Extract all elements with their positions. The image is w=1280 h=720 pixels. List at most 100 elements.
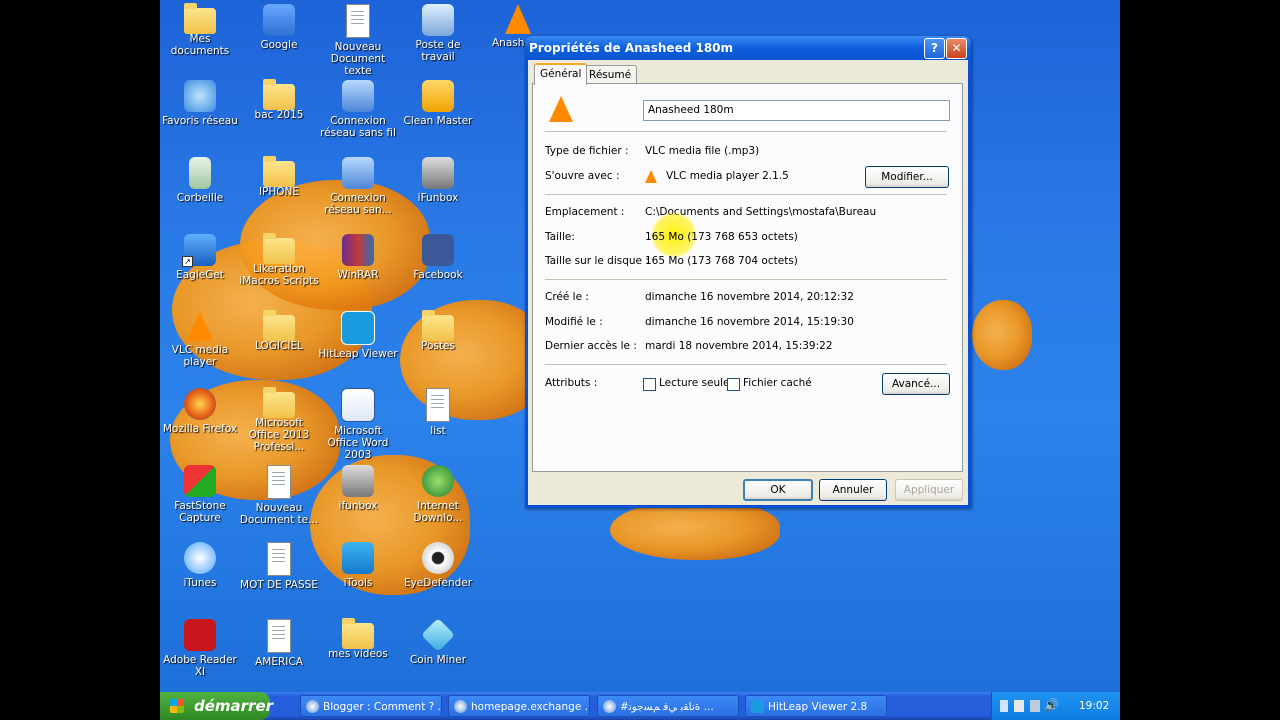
recycle-bin-icon xyxy=(189,157,211,189)
ok-button[interactable]: OK xyxy=(743,479,813,501)
desktop-icon-adobe-reader[interactable]: Adobe Reader XI xyxy=(160,619,240,678)
network-icon xyxy=(184,80,216,112)
desktop-icon-imacros[interactable]: Likeration iMacros Scripts xyxy=(239,233,319,287)
separator xyxy=(545,279,947,280)
desktop-icon-clean-master[interactable]: Clean Master xyxy=(398,80,478,127)
clean-master-icon xyxy=(422,80,454,112)
folder-icon xyxy=(342,618,374,649)
desktop-icon-mot-de-passe[interactable]: MOT DE PASSE xyxy=(239,542,319,591)
hitleap-icon xyxy=(751,700,764,713)
taskbar-item-blogger[interactable]: Blogger : Comment ? ... xyxy=(300,695,442,717)
created-value: dimanche 16 novembre 2014, 20:12:32 xyxy=(645,291,854,303)
desktop-icon-faststone[interactable]: FastStone Capture xyxy=(160,465,240,524)
dialog-titlebar[interactable]: Propriétés de Anasheed 180m ? ✕ xyxy=(525,36,971,60)
tray-icon[interactable] xyxy=(1000,700,1008,712)
windows-logo-icon xyxy=(170,699,184,713)
desktop-icon-itools[interactable]: iTools xyxy=(318,542,398,589)
size-label: Taille: xyxy=(545,231,575,243)
desktop-icon-itunes[interactable]: iTunes xyxy=(160,542,240,589)
desktop-icon-recycle-bin[interactable]: Corbeille xyxy=(160,157,240,204)
vlc-small-icon xyxy=(645,170,657,183)
desktop-icon-eyedefender[interactable]: EyeDefender xyxy=(398,542,478,589)
readonly-checkbox[interactable] xyxy=(643,378,656,391)
help-button[interactable]: ? xyxy=(924,38,945,59)
desktop-icon-coin-miner[interactable]: Coin Miner xyxy=(398,618,478,666)
folder-icon xyxy=(263,156,295,187)
google-icon xyxy=(263,4,295,36)
desktop-icon-new-text-doc[interactable]: Nouveau Document texte xyxy=(318,4,398,77)
itools-icon xyxy=(342,542,374,574)
desktop-icon-wireless-2[interactable]: Connexion réseau san... xyxy=(318,157,398,216)
desktop-icon-word-2003[interactable]: Microsoft Office Word 2003 xyxy=(318,388,398,461)
desktop-icon-mes-videos[interactable]: mes videos xyxy=(318,618,398,660)
folder-icon xyxy=(263,310,295,341)
computer-icon xyxy=(422,4,454,36)
desktop-icon-ifunbox[interactable]: iFunbox xyxy=(398,157,478,204)
opens-with-label: S'ouvre avec : xyxy=(545,170,620,182)
desktop-icon-wireless-1[interactable]: Connexion réseau sans fil xyxy=(318,80,398,139)
wireless-network-icon xyxy=(342,80,374,112)
tray-icon[interactable] xyxy=(1030,700,1040,712)
hidden-label[interactable]: Fichier caché xyxy=(743,377,812,389)
folder-icon xyxy=(263,79,295,110)
accessed-label: Dernier accès le : xyxy=(545,340,637,352)
advanced-button[interactable]: Avancé... xyxy=(882,373,950,395)
itunes-icon xyxy=(184,542,216,574)
tray-icon[interactable] xyxy=(1014,700,1024,712)
start-label: démarrer xyxy=(194,697,274,715)
separator xyxy=(545,194,947,195)
size-value: 165 Mo (173 768 653 octets) xyxy=(645,231,798,243)
properties-dialog: Propriétés de Anasheed 180m ? ✕ Général … xyxy=(525,36,971,508)
eagleget-icon: ↗ xyxy=(182,234,216,267)
desktop-icon-facebook[interactable]: Facebook xyxy=(398,234,478,281)
text-document-icon xyxy=(346,4,370,38)
desktop-icon-idm[interactable]: Internet Downlo... xyxy=(398,465,478,524)
desktop-icon-eagleget[interactable]: ↗ EagleGet xyxy=(160,234,240,281)
dialog-client: Général Résumé Anasheed 180m Type de fic… xyxy=(528,60,968,505)
facebook-icon xyxy=(422,234,454,266)
desktop-icon-google[interactable]: Google xyxy=(239,4,319,51)
readonly-label[interactable]: Lecture seule xyxy=(659,377,730,389)
system-tray: 🔊 19:02 xyxy=(991,692,1120,720)
separator xyxy=(545,131,947,132)
desktop-icon-ifunbox-2[interactable]: ifunbox xyxy=(318,465,398,512)
desktop-icon-network-favorites[interactable]: Favoris réseau xyxy=(160,80,240,127)
text-document-icon xyxy=(267,619,291,653)
desktop-icon-iphone[interactable]: IPHONE xyxy=(239,156,319,198)
fish-graphic xyxy=(610,500,780,560)
desktop-icon-logiciel[interactable]: LOGICIEL xyxy=(239,310,319,352)
desktop-icon-america[interactable]: AMERICA xyxy=(239,619,319,668)
apply-button[interactable]: Appliquer xyxy=(895,479,963,501)
text-document-icon xyxy=(267,465,291,499)
modify-button[interactable]: Modifier... xyxy=(865,166,949,188)
attributes-label: Attributs : xyxy=(545,377,598,389)
desktop-icon-postes[interactable]: Postes xyxy=(398,310,478,352)
vlc-cone-icon xyxy=(187,311,213,341)
desktop-icon-firefox[interactable]: Mozilla Firefox xyxy=(160,388,240,435)
file-type-value: VLC media file (.mp3) xyxy=(645,145,760,157)
desktop-icon-new-doc-2[interactable]: Nouveau Document te... xyxy=(239,465,319,526)
volume-icon[interactable]: 🔊 xyxy=(1044,698,1059,712)
ifunbox-icon xyxy=(342,465,374,497)
hidden-checkbox[interactable] xyxy=(727,378,740,391)
desktop-icon-office-2013[interactable]: Microsoft Office 2013 Professi... xyxy=(239,387,319,453)
start-button[interactable]: démarrer xyxy=(160,692,274,720)
file-name-input[interactable]: Anasheed 180m xyxy=(643,100,950,121)
desktop-icon-my-computer[interactable]: Poste de travail xyxy=(398,4,478,63)
desktop-icon-hitleap[interactable]: HitLeap Viewer xyxy=(318,311,398,360)
opens-with-value: VLC media player 2.1.5 xyxy=(666,170,789,182)
desktop-icon-winrar[interactable]: WinRAR xyxy=(318,234,398,281)
taskbar-item-hitleap[interactable]: HitLeap Viewer 2.8 xyxy=(745,695,887,717)
desktop-icon-bac-2015[interactable]: bac 2015 xyxy=(239,79,319,121)
desktop-icon-list[interactable]: list xyxy=(398,388,478,437)
tab-general[interactable]: Général xyxy=(534,63,588,85)
close-button[interactable]: ✕ xyxy=(946,38,967,59)
taskbar-item-homepage[interactable]: homepage.exchange ... xyxy=(448,695,590,717)
clock[interactable]: 19:02 xyxy=(1079,700,1109,712)
desktop-icon-my-documents[interactable]: Mes documents xyxy=(160,3,240,57)
desktop-icon-vlc[interactable]: VLC media player xyxy=(160,311,240,368)
accessed-value: mardi 18 novembre 2014, 15:39:22 xyxy=(645,340,833,352)
cancel-button[interactable]: Annuler xyxy=(819,479,887,501)
tab-resume[interactable]: Résumé xyxy=(583,65,638,84)
taskbar-item-arabic[interactable]: #ةﺗﺎﻘﺑ ﻲﻓ ﻢﺴﺟﻮﺗ ... xyxy=(597,695,739,717)
